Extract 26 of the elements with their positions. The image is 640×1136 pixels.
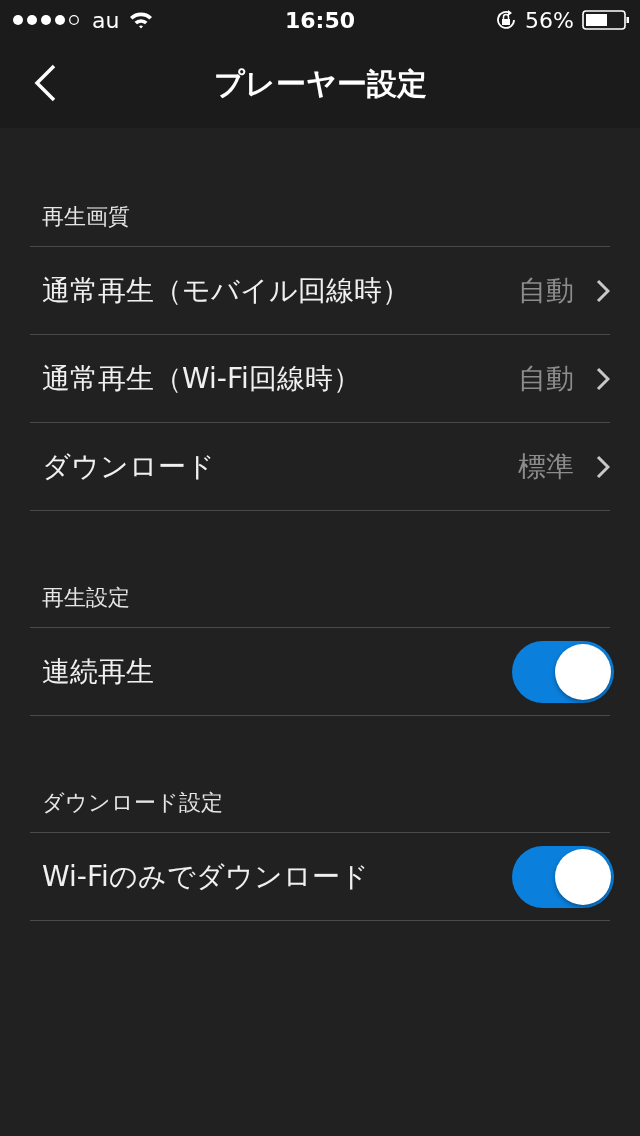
setting-value: 自動 [518,360,574,397]
setting-value: 自動 [518,272,574,309]
signal-icon [12,14,82,26]
setting-label: ダウンロード [42,448,216,485]
carrier-name: au [92,7,120,33]
setting-label: 通常再生（Wi-Fi回線時） [42,360,362,397]
back-icon[interactable] [33,64,57,102]
section-header: 再生設定 [30,583,610,628]
clock-time: 16:50 [285,7,355,33]
rotation-lock-icon [495,9,518,31]
chevron-icon [596,278,610,303]
setting-label: 連続再生 [42,653,155,690]
section-header: 再生画質 [30,202,610,247]
battery-percent: 56% [525,7,574,33]
setting-label: Wi-Fiのみでダウンロード [42,858,370,895]
settings-row[interactable]: 通常再生（Wi-Fi回線時） 自動 [30,335,610,423]
settings-row[interactable]: ダウンロード 標準 [30,423,610,511]
setting-value: 標準 [518,448,574,485]
screen-title: プレーヤー設定 [213,64,427,103]
setting-label: 通常再生（モバイル回線時） [42,272,411,309]
section-header: ダウンロード設定 [30,788,610,833]
chevron-icon [596,454,610,479]
wifi-icon [129,11,154,29]
settings-row[interactable]: 通常再生（モバイル回線時） 自動 [30,247,610,335]
battery-icon [582,10,630,30]
chevron-icon [596,366,610,391]
